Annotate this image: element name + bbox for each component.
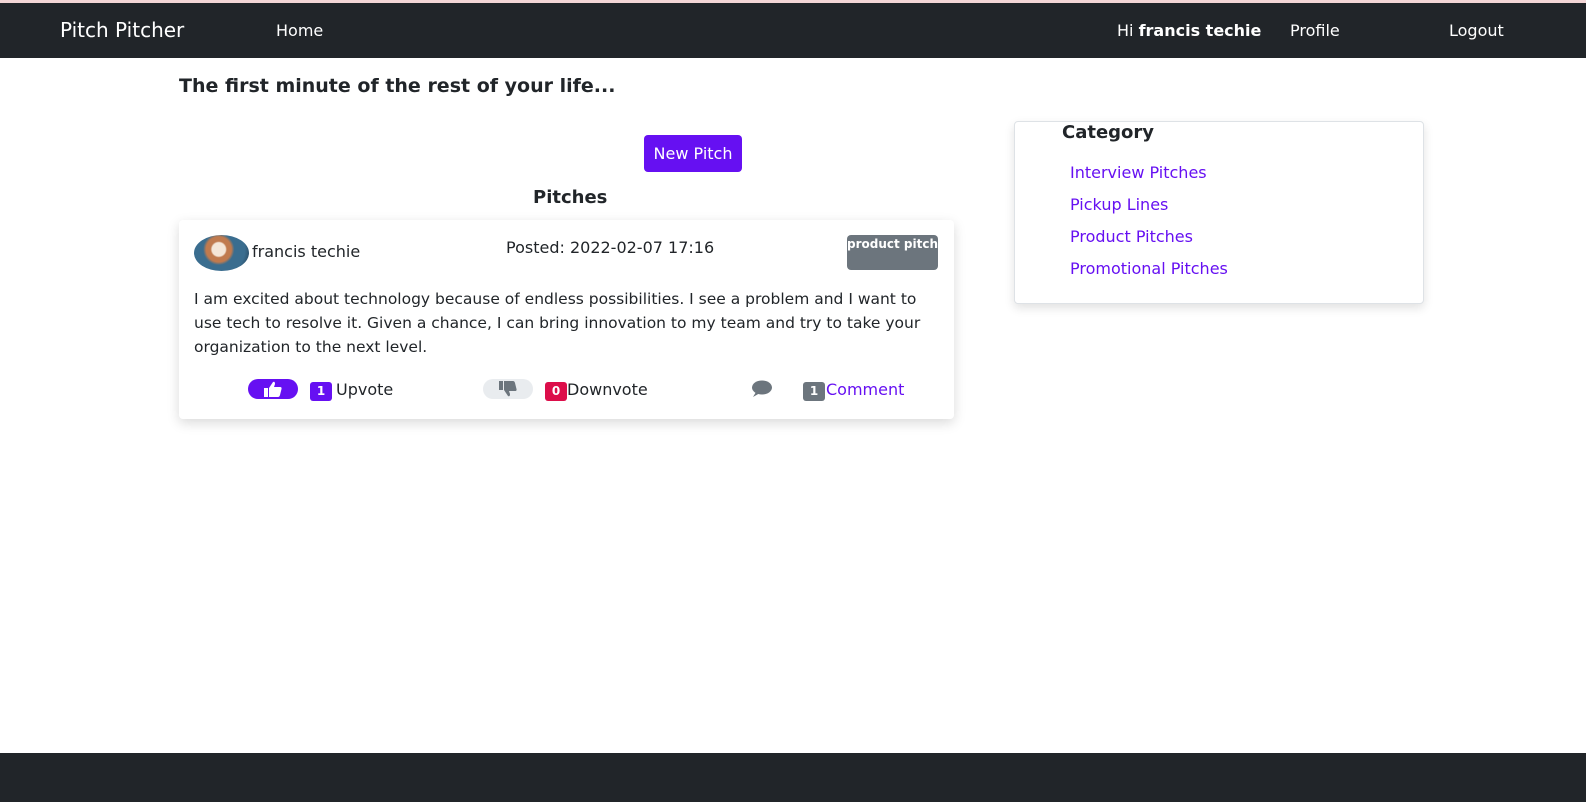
nav-home-link[interactable]: Home xyxy=(276,3,323,58)
pitch-body: I am excited about technology because of… xyxy=(194,290,921,356)
pitches-heading: Pitches xyxy=(533,187,608,208)
author-avatar xyxy=(194,235,249,271)
downvote-count-badge: 0 xyxy=(545,382,567,401)
pitch-category-badge: product pitch xyxy=(847,235,938,270)
sidebar-item-promotional-pitches[interactable]: Promotional Pitches xyxy=(1070,259,1228,278)
nav-profile-link[interactable]: Profile xyxy=(1290,3,1340,58)
thumbs-up-icon xyxy=(264,381,282,397)
brand-link[interactable]: Pitch Pitcher xyxy=(60,3,184,58)
pitch-author: francis techie xyxy=(252,242,361,261)
new-pitch-button[interactable]: New Pitch xyxy=(644,135,742,172)
thumbs-down-icon xyxy=(499,381,517,397)
upvote-button[interactable] xyxy=(248,379,298,399)
user-greeting: Hi francis techie xyxy=(1117,3,1261,58)
upvote-label: Upvote xyxy=(336,380,394,399)
page-tagline: The first minute of the rest of your lif… xyxy=(179,75,616,97)
downvote-button[interactable] xyxy=(483,379,533,399)
sidebar-item-product-pitches[interactable]: Product Pitches xyxy=(1070,227,1193,246)
navbar: Pitch Pitcher Home Hi francis techie Pro… xyxy=(0,3,1586,58)
category-sidebar: Category Interview Pitches Pickup Lines … xyxy=(1014,121,1424,304)
sidebar-item-pickup-lines[interactable]: Pickup Lines xyxy=(1070,195,1168,214)
scrollbar-track[interactable] xyxy=(1568,58,1586,753)
sidebar-item-interview-pitches[interactable]: Interview Pitches xyxy=(1070,163,1207,182)
pitch-card: francis techie Posted: 2022-02-07 17:16 … xyxy=(179,220,954,419)
comment-icon[interactable] xyxy=(751,380,773,398)
downvote-label: Downvote xyxy=(567,380,648,399)
page-footer xyxy=(0,753,1586,802)
greeting-prefix: Hi xyxy=(1117,21,1139,40)
greeting-username: francis techie xyxy=(1138,21,1262,40)
nav-logout-link[interactable]: Logout xyxy=(1449,3,1504,58)
comment-count-badge: 1 xyxy=(803,382,825,401)
comment-link[interactable]: Comment xyxy=(826,380,904,399)
upvote-count-badge: 1 xyxy=(310,382,332,401)
pitch-posted-date: Posted: 2022-02-07 17:16 xyxy=(506,238,715,257)
sidebar-title: Category xyxy=(1062,122,1155,143)
